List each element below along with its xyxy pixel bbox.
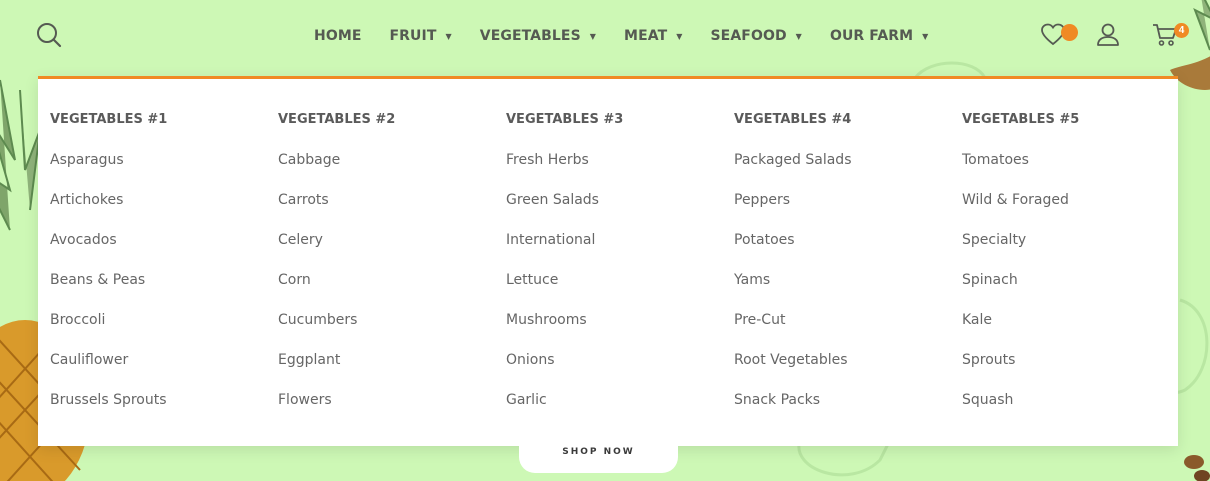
menu-column: VEGETABLES #2 Cabbage Carrots Celery Cor…	[278, 109, 498, 429]
nav-vegetables[interactable]: VEGETABLES ▼	[466, 28, 610, 44]
menu-link[interactable]: Celery	[278, 229, 498, 269]
menu-link[interactable]: Green Salads	[506, 189, 726, 229]
column-title: VEGETABLES #4	[734, 112, 852, 127]
menu-link[interactable]: Peppers	[734, 189, 954, 229]
coffee-beans-image	[1184, 455, 1210, 481]
menu-link[interactable]: Snack Packs	[734, 389, 954, 429]
menu-link[interactable]: Flowers	[278, 389, 498, 429]
menu-link[interactable]: Tomatoes	[962, 149, 1182, 189]
wishlist-button[interactable]	[1040, 22, 1080, 48]
caret-down-icon: ▼	[589, 31, 597, 41]
caret-down-icon: ▼	[795, 31, 802, 41]
nav-label: HOME	[314, 28, 362, 44]
menu-link[interactable]: Cabbage	[278, 149, 498, 189]
caret-down-icon: ▼	[676, 31, 683, 41]
menu-link[interactable]: Garlic	[506, 389, 726, 429]
account-button[interactable]	[1096, 22, 1120, 48]
nav-seafood[interactable]: SEAFOOD ▼	[697, 28, 816, 44]
cart-count-badge: 4	[1174, 23, 1189, 38]
menu-link[interactable]: Specialty	[962, 229, 1182, 269]
nav-label: SEAFOOD	[710, 28, 787, 44]
caret-down-icon: ▼	[445, 31, 452, 41]
nav-home[interactable]: HOME	[300, 28, 376, 44]
cart-button[interactable]: 4	[1152, 22, 1192, 48]
nav-label: VEGETABLES	[479, 28, 581, 44]
wishlist-indicator	[1061, 24, 1078, 41]
menu-link[interactable]: Asparagus	[50, 149, 270, 189]
menu-link[interactable]: Fresh Herbs	[506, 149, 726, 189]
column-title: VEGETABLES #1	[50, 112, 168, 127]
menu-column: VEGETABLES #4 Packaged Salads Peppers Po…	[734, 109, 954, 429]
user-icon	[1097, 23, 1119, 46]
menu-column: VEGETABLES #1 Asparagus Artichokes Avoca…	[50, 109, 270, 429]
menu-link[interactable]: Artichokes	[50, 189, 270, 229]
menu-link[interactable]: Pre-Cut	[734, 309, 954, 349]
menu-link[interactable]: Root Vegetables	[734, 349, 954, 389]
shop-now-button[interactable]: SHOP NOW	[519, 440, 678, 473]
main-nav: HOME FRUIT ▼ VEGETABLES ▼ MEAT ▼ SEAFOOD…	[300, 0, 942, 72]
menu-link[interactable]: Squash	[962, 389, 1182, 429]
nav-label: FRUIT	[389, 28, 437, 44]
menu-link[interactable]: Broccoli	[50, 309, 270, 349]
menu-link[interactable]: Kale	[962, 309, 1182, 349]
menu-link[interactable]: Yams	[734, 269, 954, 309]
site-header: HOME FRUIT ▼ VEGETABLES ▼ MEAT ▼ SEAFOOD…	[0, 0, 1210, 72]
menu-link[interactable]: Eggplant	[278, 349, 498, 389]
column-title: VEGETABLES #5	[962, 112, 1080, 127]
menu-link[interactable]: Lettuce	[506, 269, 726, 309]
menu-link[interactable]: Cauliflower	[50, 349, 270, 389]
caret-down-icon: ▼	[922, 31, 929, 41]
column-title: VEGETABLES #3	[506, 112, 624, 127]
nav-label: MEAT	[624, 28, 668, 44]
menu-link[interactable]: Onions	[506, 349, 726, 389]
menu-column: VEGETABLES #3 Fresh Herbs Green Salads I…	[506, 109, 726, 429]
search-button[interactable]	[36, 22, 64, 50]
nav-fruit[interactable]: FRUIT ▼	[376, 28, 466, 44]
menu-link[interactable]: Corn	[278, 269, 498, 309]
menu-link[interactable]: Sprouts	[962, 349, 1182, 389]
search-icon	[37, 23, 62, 48]
menu-column: VEGETABLES #5 Tomatoes Wild & Foraged Sp…	[962, 109, 1182, 429]
menu-link[interactable]: Wild & Foraged	[962, 189, 1182, 229]
menu-link[interactable]: Packaged Salads	[734, 149, 954, 189]
menu-link[interactable]: Cucumbers	[278, 309, 498, 349]
menu-link[interactable]: Mushrooms	[506, 309, 726, 349]
nav-our-farm[interactable]: OUR FARM ▼	[816, 28, 943, 44]
menu-link[interactable]: Beans & Peas	[50, 269, 270, 309]
menu-link[interactable]: Spinach	[962, 269, 1182, 309]
menu-link[interactable]: Carrots	[278, 189, 498, 229]
vegetables-mega-menu: VEGETABLES #1 Asparagus Artichokes Avoca…	[38, 76, 1178, 446]
nav-label: OUR FARM	[829, 28, 914, 44]
nav-meat[interactable]: MEAT ▼	[610, 28, 696, 44]
column-title: VEGETABLES #2	[278, 112, 396, 127]
menu-link[interactable]: Potatoes	[734, 229, 954, 269]
menu-link[interactable]: Brussels Sprouts	[50, 389, 270, 429]
menu-link[interactable]: Avocados	[50, 229, 270, 269]
menu-link[interactable]: International	[506, 229, 726, 269]
